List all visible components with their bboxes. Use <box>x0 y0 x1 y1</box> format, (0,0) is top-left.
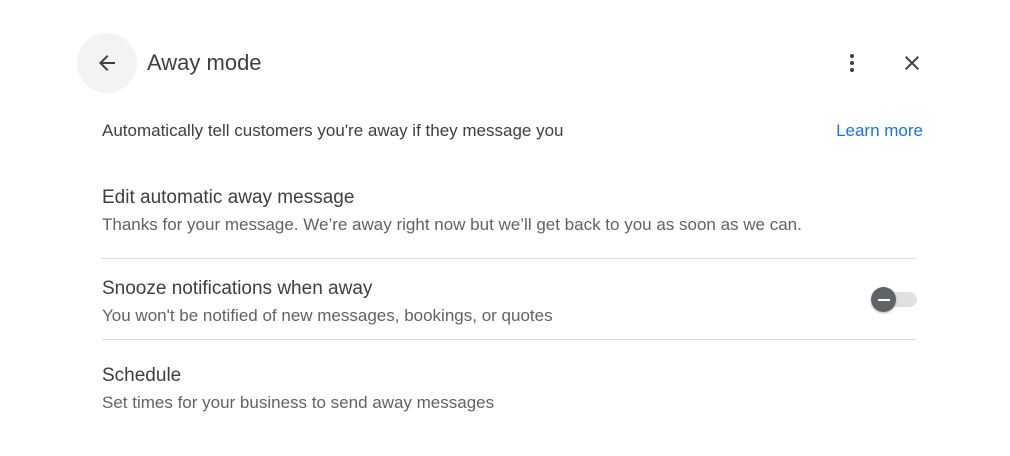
snooze-notifications-toggle[interactable] <box>871 287 919 313</box>
toggle-off-icon <box>877 298 890 301</box>
back-button[interactable] <box>77 33 137 93</box>
page-title: Away mode <box>147 50 262 75</box>
edit-away-message-title: Edit automatic away message <box>102 187 355 208</box>
learn-more-link[interactable]: Learn more <box>836 120 923 142</box>
arrow-back-icon <box>99 55 115 71</box>
edit-away-message-subtitle: Thanks for your message. We’re away righ… <box>102 215 802 234</box>
schedule-row[interactable]: Schedule Set times for your business to … <box>102 364 917 414</box>
schedule-subtitle: Set times for your business to send away… <box>102 393 495 412</box>
divider <box>102 339 917 340</box>
more-vert-icon <box>850 54 854 72</box>
edit-away-message-row[interactable]: Edit automatic away message Thanks for y… <box>102 186 917 236</box>
divider <box>102 258 917 259</box>
dialog-header: Away mode <box>0 0 1010 126</box>
toggle-knob <box>871 287 896 312</box>
schedule-title: Schedule <box>102 365 182 386</box>
snooze-notifications-title: Snooze notifications when away <box>102 278 373 299</box>
close-icon <box>905 56 919 70</box>
snooze-notifications-row[interactable]: Snooze notifications when away You won't… <box>102 277 842 327</box>
close-button[interactable] <box>892 43 932 83</box>
more-options-button[interactable] <box>832 43 872 83</box>
away-mode-description: Automatically tell customers you're away… <box>102 121 564 140</box>
snooze-notifications-subtitle: You won't be notified of new messages, b… <box>102 306 553 325</box>
